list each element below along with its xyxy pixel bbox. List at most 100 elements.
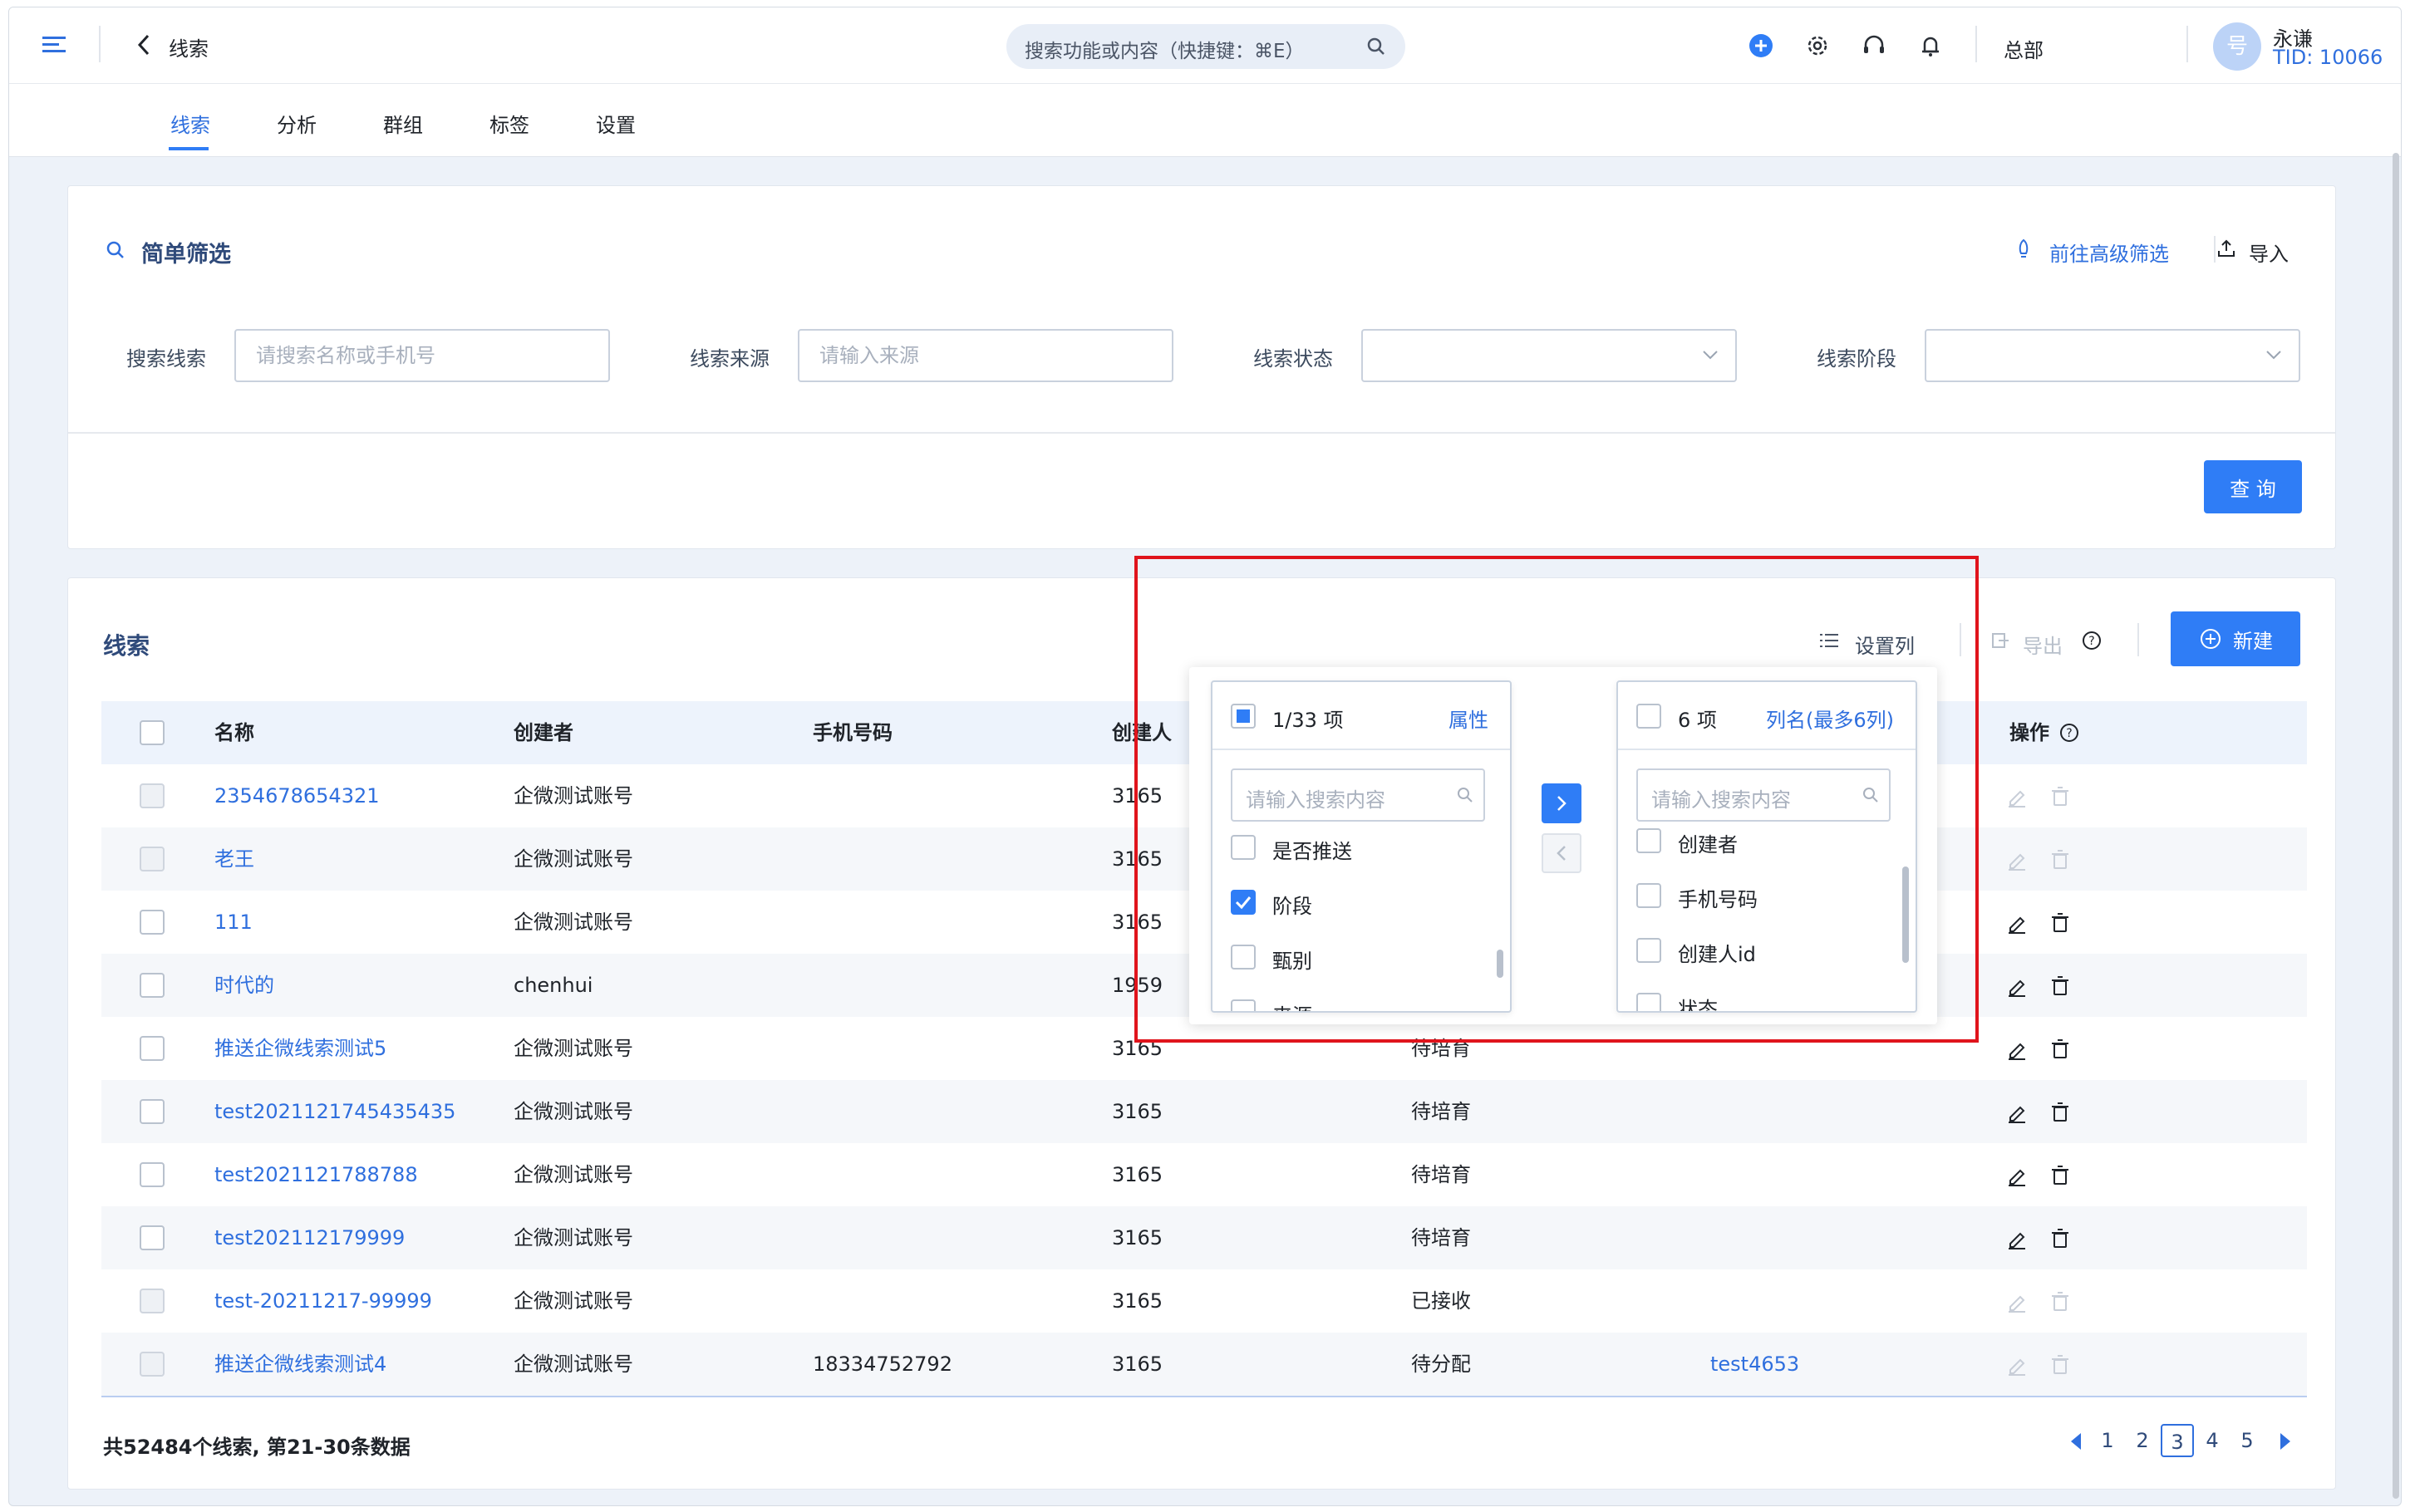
- select-all-checkbox[interactable]: [140, 720, 165, 745]
- page-5[interactable]: 5: [2230, 1424, 2264, 1457]
- table-bottom-border: [101, 1396, 2307, 1397]
- edit-icon[interactable]: [2004, 847, 2029, 872]
- row-checkbox[interactable]: [140, 847, 165, 871]
- import-button[interactable]: 导入: [2249, 238, 2289, 267]
- row-checkbox[interactable]: [140, 1036, 165, 1061]
- active-tab-indicator: [169, 147, 209, 150]
- tab-leads[interactable]: 线索: [170, 109, 210, 138]
- avatar[interactable]: 号: [2213, 22, 2261, 71]
- filter-label-search: 搜索线索: [126, 347, 206, 371]
- page-3[interactable]: 3: [2161, 1424, 2194, 1457]
- lead-name-link[interactable]: 2354678654321: [214, 764, 380, 827]
- divider: [2186, 26, 2188, 62]
- query-button[interactable]: 查 询: [2204, 460, 2302, 513]
- back-chevron-icon[interactable]: [134, 32, 154, 57]
- help-circle-icon[interactable]: ?: [2081, 630, 2103, 651]
- lead-source-input[interactable]: 请输入来源: [798, 329, 1173, 382]
- rocket-icon[interactable]: [2013, 238, 2034, 259]
- tab-groups[interactable]: 群组: [383, 109, 423, 138]
- edit-icon[interactable]: [2004, 911, 2029, 935]
- prev-page-icon[interactable]: [2066, 1429, 2086, 1454]
- edit-icon[interactable]: [2004, 1163, 2029, 1188]
- row-checkbox[interactable]: [140, 783, 165, 808]
- filter-card: 简单筛选 前往高级筛选 导入 搜索线索 请搜索名称或手机号 线索来源 请输入来源…: [67, 185, 2336, 549]
- avatar-char: 号: [2226, 34, 2248, 59]
- lead-name-link[interactable]: 老王: [214, 827, 254, 891]
- gear-icon[interactable]: [1804, 32, 1831, 59]
- trash-icon[interactable]: [2048, 1037, 2073, 1062]
- org-selector[interactable]: 总部: [2004, 34, 2044, 63]
- table-row: test2021121745435435 企微测试账号 3165 待培育: [101, 1080, 2307, 1143]
- next-page-icon[interactable]: [2275, 1429, 2295, 1454]
- page-2[interactable]: 2: [2126, 1424, 2159, 1457]
- trash-icon[interactable]: [2048, 1226, 2073, 1251]
- lead-name-link[interactable]: test-20211217-99999: [214, 1269, 432, 1333]
- trash-icon[interactable]: [2048, 1163, 2073, 1188]
- trash-icon[interactable]: [2048, 847, 2073, 872]
- new-lead-button[interactable]: 新建: [2171, 611, 2300, 666]
- global-search[interactable]: 搜索功能或内容（快捷键：⌘E）: [1006, 24, 1405, 69]
- export-icon[interactable]: [1989, 630, 2011, 651]
- help-circle-icon[interactable]: ?: [2058, 721, 2081, 744]
- search-icon[interactable]: [1364, 34, 1389, 59]
- trash-icon[interactable]: [2048, 1352, 2073, 1377]
- divider: [99, 26, 101, 62]
- lead-name-link[interactable]: 111: [214, 891, 253, 954]
- row-checkbox[interactable]: [140, 1289, 165, 1313]
- edit-icon[interactable]: [2004, 1100, 2029, 1125]
- lead-name-link[interactable]: test2021121788788: [214, 1143, 418, 1206]
- owner-cell[interactable]: test4653: [1710, 1333, 1799, 1396]
- menu-icon[interactable]: [41, 32, 69, 57]
- edit-icon[interactable]: [2004, 784, 2029, 809]
- lead-name-link[interactable]: test202112179999: [214, 1206, 405, 1269]
- scrollbar[interactable]: [2393, 153, 2399, 1499]
- tab-analysis[interactable]: 分析: [277, 109, 317, 138]
- trash-icon[interactable]: [2048, 1289, 2073, 1314]
- tab-tags[interactable]: 标签: [489, 109, 529, 138]
- svg-text:?: ?: [2088, 635, 2094, 648]
- upload-icon[interactable]: [2214, 236, 2239, 261]
- edit-icon[interactable]: [2004, 1037, 2029, 1062]
- creator-id-cell: 3165: [1112, 1163, 1163, 1186]
- row-checkbox[interactable]: [140, 910, 165, 935]
- lead-status-select[interactable]: [1361, 329, 1737, 382]
- page-title: 线索: [169, 37, 209, 61]
- page-1[interactable]: 1: [2091, 1424, 2124, 1457]
- edit-icon[interactable]: [2004, 1289, 2029, 1314]
- creator-cell: 企微测试账号: [514, 911, 633, 934]
- advanced-filter-link[interactable]: 前往高级筛选: [2049, 238, 2169, 267]
- divider: [1975, 26, 1977, 62]
- row-checkbox[interactable]: [140, 1162, 165, 1187]
- page-4[interactable]: 4: [2196, 1424, 2229, 1457]
- export-button[interactable]: 导出: [2023, 630, 2063, 659]
- edit-icon[interactable]: [2004, 974, 2029, 999]
- search-icon: [105, 239, 126, 261]
- row-checkbox[interactable]: [140, 1099, 165, 1124]
- search-lead-input[interactable]: 请搜索名称或手机号: [234, 329, 610, 382]
- trash-icon[interactable]: [2048, 911, 2073, 935]
- tab-bar: 线索 分析 群组 标签 设置: [9, 84, 2401, 157]
- trash-icon[interactable]: [2048, 784, 2073, 809]
- headset-icon[interactable]: [1861, 32, 1887, 59]
- global-search-placeholder: 搜索功能或内容（快捷键：⌘E）: [1025, 41, 1305, 62]
- trash-icon[interactable]: [2048, 974, 2073, 999]
- edit-icon[interactable]: [2004, 1226, 2029, 1251]
- lead-name-link[interactable]: 时代的: [214, 954, 274, 1017]
- row-checkbox[interactable]: [140, 1225, 165, 1250]
- top-bar: 线索 搜索功能或内容（快捷键：⌘E） 总部 号 永谦 TID: 10066: [9, 7, 2401, 84]
- lead-name-link[interactable]: 推送企微线索测试5: [214, 1017, 386, 1080]
- tab-settings[interactable]: 设置: [596, 109, 636, 138]
- bell-icon[interactable]: [1917, 32, 1944, 59]
- creator-cell: 企微测试账号: [514, 1226, 633, 1249]
- trash-icon[interactable]: [2048, 1100, 2073, 1125]
- lead-stage-select[interactable]: [1925, 329, 2300, 382]
- filter-label-stage: 线索阶段: [1817, 347, 1896, 371]
- row-checkbox[interactable]: [140, 973, 165, 998]
- lead-name-link[interactable]: test2021121745435435: [214, 1080, 455, 1143]
- add-circle-icon[interactable]: [1748, 32, 1774, 59]
- filter-title: 简单筛选: [141, 242, 231, 268]
- edit-icon[interactable]: [2004, 1352, 2029, 1377]
- filter-label-source: 线索来源: [690, 347, 770, 371]
- row-checkbox[interactable]: [140, 1352, 165, 1377]
- lead-name-link[interactable]: 推送企微线索测试4: [214, 1333, 386, 1396]
